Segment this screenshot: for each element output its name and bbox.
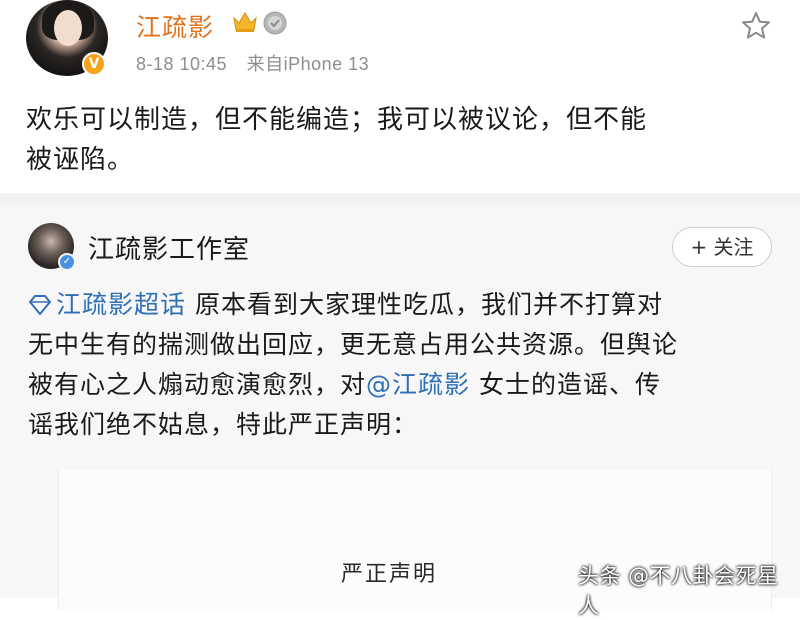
statement-title: 严正声明 (341, 562, 438, 587)
super-topic-label: 江疏影超话 (56, 290, 187, 319)
weibo-post: V 江疏影 8-18 10:45 来自iPhone 13 欢乐可以制造，但不能编… (0, 0, 800, 200)
post-meta: 8-18 10:45 来自iPhone 13 (136, 50, 383, 76)
post-source[interactable]: 来自iPhone 13 (247, 54, 370, 74)
repost-text-line: 被有心之人煽动愈演愈烈，对@江疏影 女士的造谣、传 (28, 365, 778, 405)
watermark: 头条 @不八卦会死星人 (578, 564, 779, 618)
post-date: 8-18 10:45 (136, 54, 228, 74)
reposted-card[interactable]: ✓ 江疏影工作室 + 关注 江疏影超话 原本看到大家理性吃瓜，我们并不打算对 无… (0, 205, 800, 610)
repost-text-line: 无中生有的揣测做出回应，更无意占用公共资源。但舆论 (28, 330, 679, 359)
medal-icon[interactable] (262, 10, 288, 36)
crown-icon[interactable] (232, 10, 258, 34)
mention-link[interactable]: @江疏影 (366, 370, 470, 399)
repost-text-line: 谣我们绝不姑息，特此严正声明： (28, 410, 419, 439)
verified-icon: ✓ (58, 253, 76, 271)
studio-name[interactable]: 江疏影工作室 (88, 229, 250, 266)
post-text: 欢乐可以制造，但不能编造；我可以被议论，但不能 被诬陷。 (26, 100, 786, 180)
post-text-line: 被诬陷。 (26, 145, 135, 175)
repost-text-segment: 原本看到大家理性吃瓜，我们并不打算对 (194, 290, 663, 319)
repost-text-segment: 女士的造谣、传 (470, 370, 661, 399)
repost-text-line: 江疏影超话 原本看到大家理性吃瓜，我们并不打算对 (28, 285, 778, 325)
star-icon[interactable] (740, 10, 772, 42)
super-topic-link[interactable]: 江疏影超话 (28, 290, 195, 319)
divider (0, 193, 800, 205)
repost-text: 江疏影超话 原本看到大家理性吃瓜，我们并不打算对 无中生有的揣测做出回应，更无意… (28, 285, 778, 445)
super-topic-diamond-icon (29, 295, 51, 315)
follow-button[interactable]: + 关注 (672, 227, 772, 267)
author-name[interactable]: 江疏影 (136, 8, 214, 44)
verified-icon: V (82, 52, 106, 76)
repost-text-segment: 被有心之人煽动愈演愈烈，对 (28, 370, 367, 399)
post-text-line: 欢乐可以制造，但不能编造；我可以被议论，但不能 (26, 105, 648, 135)
